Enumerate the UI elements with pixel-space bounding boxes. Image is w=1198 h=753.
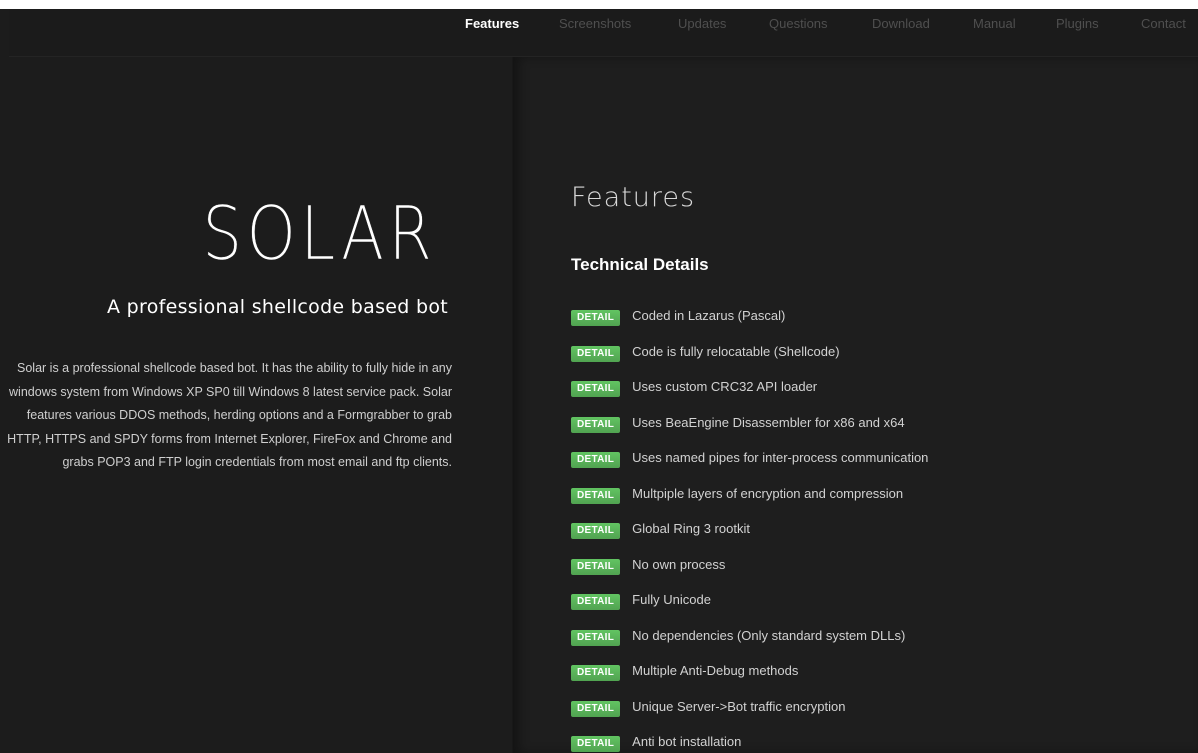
feature-text: No dependencies (Only standard system DL… [632,627,906,643]
nav-features[interactable]: Features [465,16,519,31]
detail-badge: DETAIL [571,700,621,717]
nav-download[interactable]: Download [872,16,930,31]
hero-panel: SOLAR A professional shellcode based bot… [7,57,512,753]
top-navbar: Features Screenshots Updates Questions D… [9,9,1198,69]
page: Features Screenshots Updates Questions D… [0,0,1198,753]
detail-badge: DETAIL [571,487,621,504]
features-panel: Features Technical Details DETAIL Coded i… [512,57,1198,753]
nav-contact[interactable]: Contact [1141,16,1186,31]
detail-badge: DETAIL [571,523,621,539]
detail-badge: DETAIL [571,452,621,468]
feature-item: DETAIL Multpiple layers of encryption and… [571,484,928,520]
detail-badge: DETAIL [571,558,621,575]
feature-item: DETAIL Anti bot installation [571,732,928,753]
detail-badge: DETAIL [571,594,621,610]
features-title: Features [571,182,696,213]
feature-text: Multpiple layers of encryption and compr… [632,485,904,501]
feature-text: Uses custom CRC32 API loader [632,379,818,394]
solar-logo: SOLAR [202,191,436,277]
feature-item: DETAIL Coded in Lazarus (Pascal) [571,306,928,342]
hero-description: Solar is a professional shellcode based … [7,361,452,469]
feature-item: DETAIL Uses custom CRC32 API loader [571,377,928,413]
feature-item: DETAIL No dependencies (Only standard sys… [571,626,928,662]
feature-text: Code is fully relocatable (Shellcode) [632,343,840,359]
nav-updates[interactable]: Updates [678,16,726,31]
nav-manual[interactable]: Manual [973,16,1016,31]
feature-text: Coded in Lazarus (Pascal) [632,308,786,323]
detail-badge: DETAIL [571,345,621,362]
feature-item: DETAIL Uses named pipes for inter-process… [571,448,928,484]
feature-text: Anti bot installation [632,734,742,749]
feature-text: Uses named pipes for inter-process commu… [632,450,929,465]
detail-badge: DETAIL [571,629,621,646]
top-strip [0,0,1198,9]
feature-item: DETAIL Uses BeaEngine Disassembler for x8… [571,413,928,449]
detail-badge: DETAIL [571,416,621,433]
feature-list: DETAIL Coded in Lazarus (Pascal) DETAIL Co… [571,306,928,753]
detail-badge: DETAIL [571,310,621,326]
detail-badge: DETAIL [571,736,621,752]
nav-screenshots[interactable]: Screenshots [559,16,631,31]
feature-text: No own process [632,556,726,572]
nav-plugins[interactable]: Plugins [1056,16,1099,31]
feature-item: DETAIL Global Ring 3 rootkit [571,519,928,555]
feature-item: DETAIL Unique Server->Bot traffic encrypt… [571,697,928,733]
feature-item: DETAIL Multiple Anti-Debug methods [571,661,928,697]
feature-item: DETAIL No own process [571,555,928,591]
nav-questions[interactable]: Questions [769,16,828,31]
detail-badge: DETAIL [571,381,621,397]
technical-details-heading: Technical Details [571,255,709,274]
feature-text: Unique Server->Bot traffic encryption [632,698,846,714]
hero-tagline: A professional shellcode based bot [107,296,448,318]
feature-text: Global Ring 3 rootkit [632,521,750,536]
detail-badge: DETAIL [571,665,621,681]
feature-text: Fully Unicode [632,592,711,607]
feature-text: Uses BeaEngine Disassembler for x86 and … [632,414,905,430]
feature-item: DETAIL Fully Unicode [571,590,928,626]
feature-item: DETAIL Code is fully relocatable (Shellco… [571,342,928,378]
feature-text: Multiple Anti-Debug methods [632,663,799,678]
